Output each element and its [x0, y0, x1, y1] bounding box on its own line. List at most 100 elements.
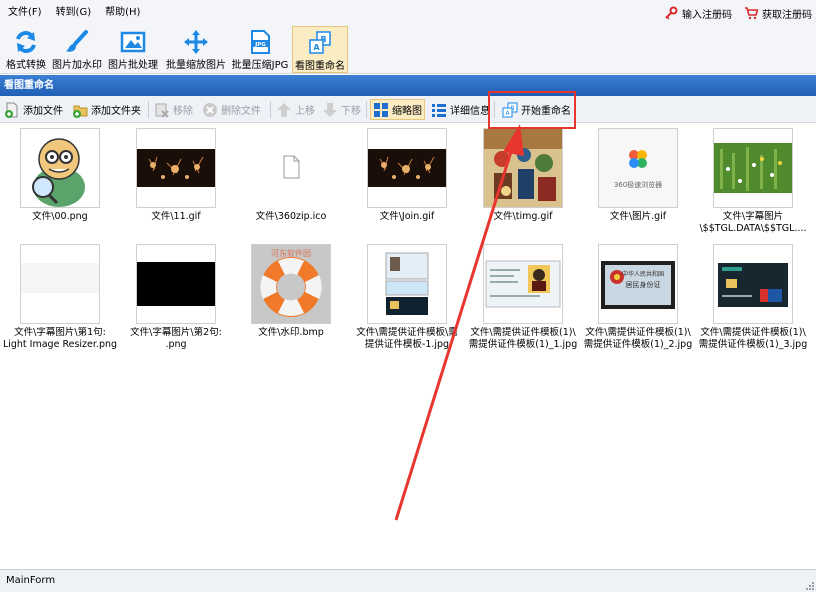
thumbnail-view-button[interactable]: 缩略图 — [370, 99, 425, 120]
grid-view-icon — [373, 102, 389, 118]
thumbnail-label-line: 需提供证件模板(1)_2.jpg — [583, 339, 693, 350]
thumbnail-label-line: 文件\需提供证件模板(1)\ — [585, 327, 691, 338]
svg-text:A: A — [313, 43, 320, 52]
thumbnail-label-line: 文件\水印.bmp — [258, 327, 324, 338]
format-convert-label: 格式转换 — [6, 60, 46, 71]
picture-icon — [119, 29, 147, 55]
batch-resize-label: 批量缩放图片 — [166, 60, 226, 71]
register-input-link[interactable]: 输入注册码 — [664, 6, 732, 21]
move-up-button[interactable]: 上移 — [276, 99, 315, 120]
thumbnail-label: 文件\需提供证件模板(1)\ 需提供证件模板(1)_1.jpg — [465, 327, 581, 351]
delete-file-label: 删除文件 — [221, 106, 261, 117]
move-down-label: 下移 — [341, 106, 361, 117]
remove-button[interactable]: 移除 — [154, 99, 193, 120]
add-file-label: 添加文件 — [23, 106, 63, 117]
thumbnail-label-line: Light Image Resizer.png — [2, 339, 118, 350]
remove-label: 移除 — [173, 106, 193, 117]
move-down-button[interactable]: 下移 — [322, 99, 361, 120]
menu-right: 输入注册码 获取注册码 — [664, 0, 812, 26]
detail-view-button[interactable]: 详细信息 — [431, 99, 490, 120]
thumbnail-label-line: 文件\需提供证件模板(1)\ — [700, 327, 806, 338]
separator — [148, 101, 149, 118]
rotate-arrows-icon — [12, 29, 40, 55]
thumbnail-item[interactable]: 文件\需提供证件模板(1)\ 需提供证件模板(1)_3.jpg — [697, 124, 809, 350]
move-arrows-icon — [182, 29, 210, 55]
thumbnail-label-line: 文件\需提供证件模板\需 — [356, 327, 458, 338]
svg-text:居民身份证: 居民身份证 — [626, 280, 661, 289]
arrow-up-icon — [276, 102, 292, 118]
batch-process-label: 图片批处理 — [108, 60, 158, 71]
list-view-icon — [431, 102, 447, 118]
thumbnail-image[interactable]: 河东软件园 — [251, 244, 331, 324]
main-toolbar: 格式转换 图片加水印 图片批处理 批量缩放图片 JPG 批量压缩JPG BA 看… — [0, 26, 816, 74]
view-rename-label: 看图重命名 — [295, 61, 345, 72]
get-register-link[interactable]: 获取注册码 — [744, 6, 812, 21]
view-rename-button[interactable]: BA 看图重命名 — [292, 26, 348, 73]
thumbnail-label: 文件\需提供证件模板(1)\ 需提供证件模板(1)_3.jpg — [695, 327, 811, 351]
key-icon — [665, 6, 678, 20]
add-file-icon — [4, 102, 20, 118]
batch-process-button[interactable]: 图片批处理 — [106, 26, 160, 73]
start-rename-label: 开始重命名 — [521, 106, 571, 117]
thumbnail-item[interactable]: 文件\需提供证件模板(1)\ 需提供证件模板(1)_1.jpg — [467, 124, 579, 350]
remove-icon — [154, 102, 170, 118]
rename-icon: BA — [502, 102, 518, 118]
thumbnail-label-line: 文件\需提供证件模板(1)\ — [470, 327, 576, 338]
register-input-label: 输入注册码 — [682, 9, 732, 21]
thumbnail-image[interactable] — [136, 244, 216, 324]
arrow-down-icon — [322, 102, 338, 118]
thumbnail-image[interactable]: 中华人民共和国 居民身份证 — [598, 244, 678, 324]
status-text: MainForm — [6, 575, 56, 586]
add-file-button[interactable]: 添加文件 — [4, 99, 63, 120]
thumbnail-image[interactable] — [713, 244, 793, 324]
thumbnail-label-line: 文件\字幕图片\第2句: — [130, 327, 222, 338]
thumbnail-item[interactable]: 河东软件园文件\水印.bmp — [235, 124, 347, 338]
menu-bar: 文件(F) 转到(G) 帮助(H) 输入注册码 获取注册码 — [0, 0, 816, 26]
watermark-label: 图片加水印 — [52, 60, 102, 71]
start-rename-button[interactable]: BA 开始重命名 — [502, 99, 571, 120]
menu-file[interactable]: 文件(F) — [0, 0, 49, 26]
panel-title: 看图重命名 — [0, 75, 816, 96]
svg-text:河东软件园: 河东软件园 — [271, 248, 311, 258]
thumbnail-image[interactable] — [483, 244, 563, 324]
move-up-label: 上移 — [295, 106, 315, 117]
thumbnail-image[interactable] — [20, 244, 100, 324]
batch-compress-button[interactable]: JPG 批量压缩JPG — [230, 26, 290, 73]
format-convert-button[interactable]: 格式转换 — [3, 26, 49, 73]
status-bar: MainForm — [0, 569, 816, 592]
thumbnail-item[interactable]: 文件\字幕图片\第1句: Light Image Resizer.png — [3, 124, 117, 350]
batch-resize-button[interactable]: 批量缩放图片 — [164, 26, 228, 73]
thumbnail-label: 文件\字幕图片\第2句: .png — [118, 327, 234, 351]
cart-icon — [745, 7, 758, 20]
thumbnail-label: 文件\水印.bmp — [233, 327, 349, 339]
delete-file-button[interactable]: 删除文件 — [202, 99, 261, 120]
thumbnail-label-line: .png — [165, 339, 187, 350]
add-folder-icon — [72, 102, 88, 118]
svg-text:中华人民共和国: 中华人民共和国 — [622, 270, 664, 278]
menu-help[interactable]: 帮助(H) — [98, 0, 147, 26]
watermark-button[interactable]: 图片加水印 — [50, 26, 104, 73]
thumbnail-item[interactable]: 中华人民共和国 居民身份证文件\需提供证件模板(1)\ 需提供证件模板(1)_2.j… — [582, 124, 694, 350]
resize-grip-icon[interactable] — [804, 580, 814, 590]
add-folder-button[interactable]: 添加文件夹 — [72, 99, 141, 120]
separator — [270, 101, 271, 118]
delete-icon — [202, 102, 218, 118]
paint-brush-icon — [63, 29, 91, 55]
add-folder-label: 添加文件夹 — [91, 106, 141, 117]
detail-view-label: 详细信息 — [450, 106, 490, 117]
thumbnail-image[interactable] — [367, 244, 447, 324]
menu-goto[interactable]: 转到(G) — [49, 0, 99, 26]
rename-icon: BA — [306, 30, 334, 56]
thumbnail-grid: 文件\00.png 文件\11.gif 文件\360zip.ico 文件\Join.g… — [0, 124, 816, 569]
thumbnail-item[interactable]: 文件\字幕图片\第2句: .png — [120, 124, 232, 350]
thumbnail-label-line: 文件\字幕图片\第1句: — [14, 327, 106, 338]
thumbnail-label-line: 需提供证件模板(1)_3.jpg — [698, 339, 808, 350]
batch-compress-label: 批量压缩JPG — [231, 60, 289, 71]
separator — [366, 101, 367, 118]
sub-toolbar: 添加文件 添加文件夹 移除 删除文件 上移 下移 缩略图 详细信息 BA 开始重… — [0, 96, 816, 123]
thumbnail-label-line: 需提供证件模板(1)_1.jpg — [468, 339, 578, 350]
jpg-file-icon: JPG — [246, 29, 274, 55]
thumbnail-view-label: 缩略图 — [392, 106, 422, 117]
thumbnail-item[interactable]: 文件\需提供证件模板\需 提供证件模板-1.jpg — [351, 124, 463, 350]
separator — [494, 101, 495, 118]
